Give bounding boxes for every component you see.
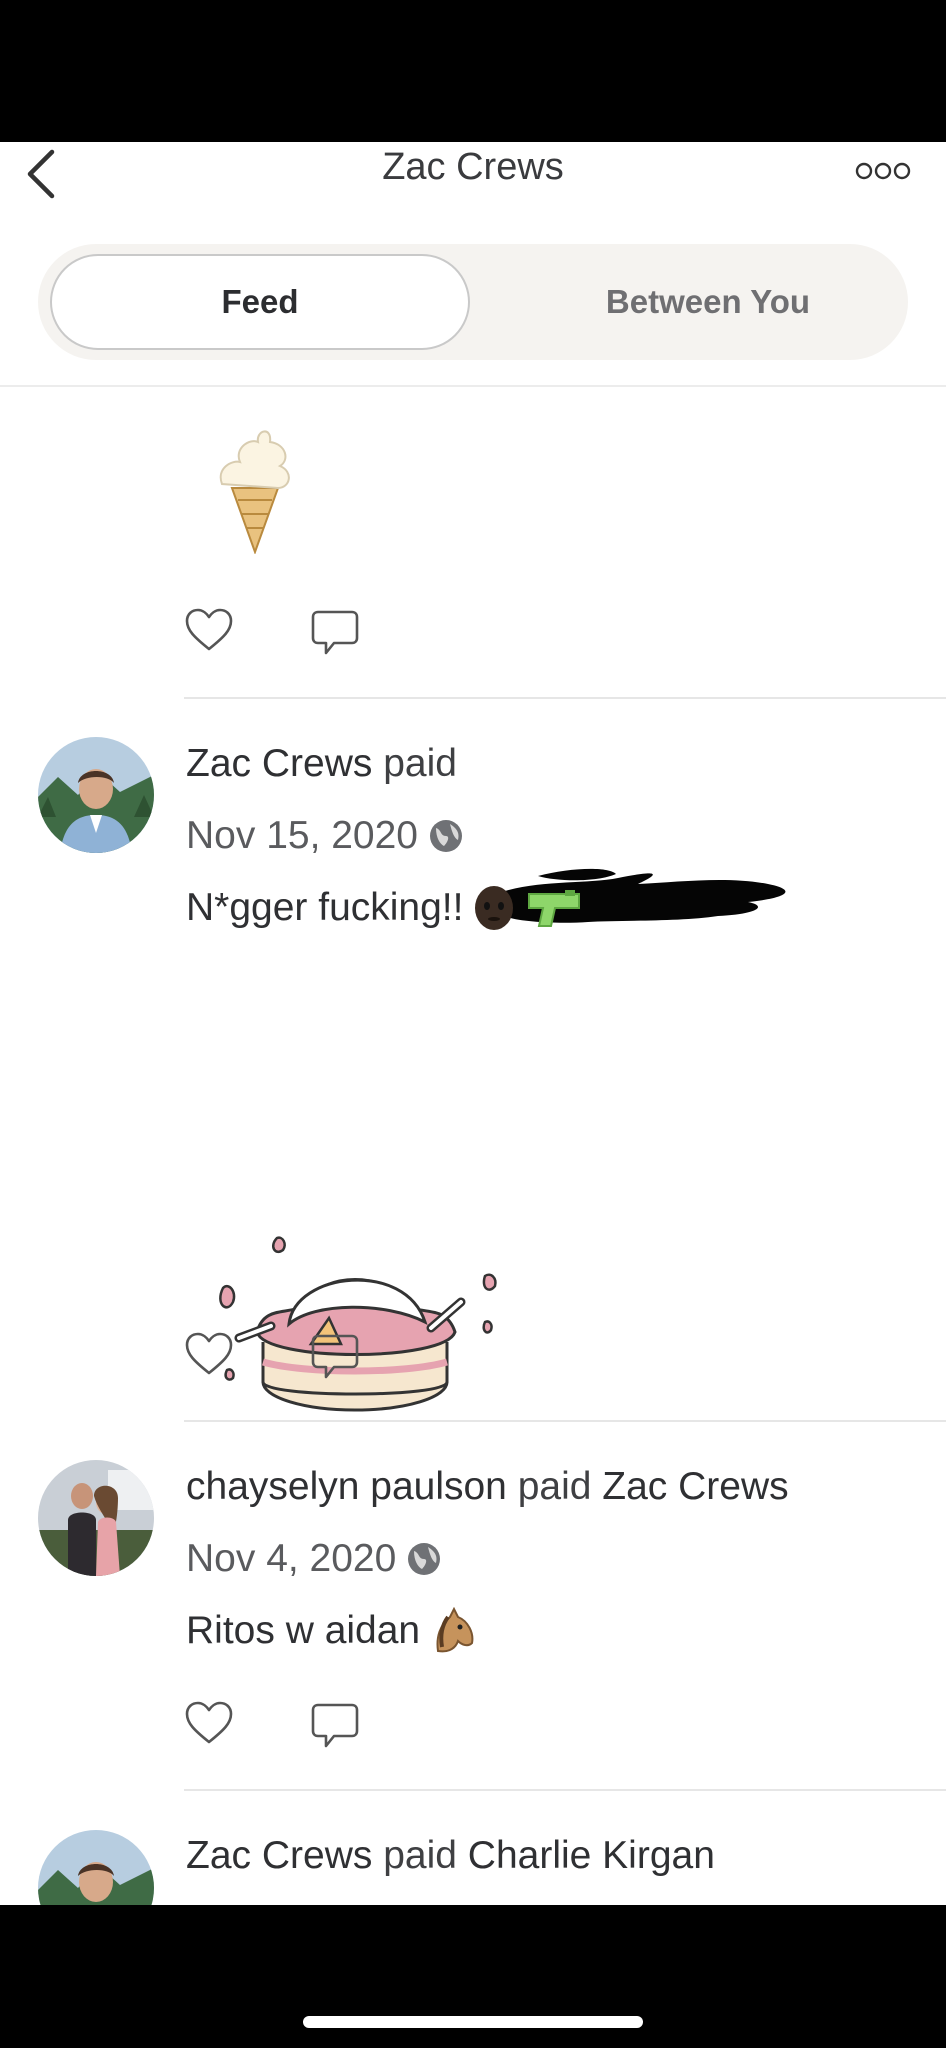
comment-button[interactable] xyxy=(310,1332,360,1382)
payee-name[interactable]: Zac Crews xyxy=(602,1465,788,1508)
ice-cream-cone-sticker xyxy=(219,430,290,554)
payer-name[interactable]: chayselyn paulson xyxy=(186,1465,507,1508)
home-indicator[interactable] xyxy=(303,2016,643,2028)
comment-icon xyxy=(311,1334,359,1379)
story-headline: Zac Crews paid Charlie Kirgan xyxy=(186,1834,715,1878)
globe-icon xyxy=(430,820,463,852)
story-headline: Zac Crews paid xyxy=(186,742,457,786)
status-bar-area xyxy=(0,0,946,142)
avatar[interactable] xyxy=(38,1830,154,1905)
header-divider xyxy=(0,385,946,387)
paid-label: paid xyxy=(383,1834,457,1877)
avatar[interactable] xyxy=(38,737,154,853)
paid-label: paid xyxy=(517,1465,592,1508)
note-text: Ritos w aidan xyxy=(186,1609,421,1652)
like-button[interactable] xyxy=(184,1699,234,1749)
story-date: Nov 4, 2020 xyxy=(186,1537,442,1581)
globe-icon xyxy=(408,1543,441,1575)
date-text: Nov 4, 2020 xyxy=(186,1537,397,1580)
feed-divider xyxy=(184,1420,946,1422)
payer-name[interactable]: Zac Crews xyxy=(186,742,372,785)
comment-button[interactable] xyxy=(310,608,360,658)
more-options-button[interactable] xyxy=(854,156,912,186)
story-note: N*gger fucking!! xyxy=(186,884,583,932)
comment-button[interactable] xyxy=(310,1701,360,1751)
avatar-photo xyxy=(38,737,154,853)
heart-icon xyxy=(185,1701,233,1744)
story-note: Ritos w aidan xyxy=(186,1607,478,1655)
like-button[interactable] xyxy=(184,606,234,656)
tab-feed[interactable]: Feed xyxy=(50,254,470,350)
water-pistol-emoji xyxy=(528,890,581,927)
comment-icon xyxy=(311,610,359,655)
comment-icon xyxy=(311,1703,359,1748)
feed-divider xyxy=(184,697,946,699)
avatar-photo xyxy=(38,1460,154,1576)
more-horizontal-icon xyxy=(855,162,911,180)
feed-divider xyxy=(184,1789,946,1791)
feed-segmented-control: Feed Between You xyxy=(38,244,908,360)
paid-label: paid xyxy=(383,742,457,785)
dark-skin-head-emoji xyxy=(475,886,514,930)
payer-name[interactable]: Zac Crews xyxy=(186,1834,372,1877)
story-date: Nov 15, 2020 xyxy=(186,814,464,858)
tab-between-you[interactable]: Between You xyxy=(508,254,908,350)
heart-icon xyxy=(185,608,233,651)
avatar[interactable] xyxy=(38,1460,154,1576)
heart-icon xyxy=(185,1332,233,1375)
story-headline: chayselyn paulson paid Zac Crews xyxy=(186,1465,789,1509)
date-text: Nov 15, 2020 xyxy=(186,814,419,857)
note-text: N*gger fucking!! xyxy=(186,886,464,929)
like-button[interactable] xyxy=(184,1330,234,1380)
horse-face-emoji xyxy=(436,1607,474,1653)
payee-name[interactable]: Charlie Kirgan xyxy=(468,1834,715,1877)
profile-screen: Zac Crews Feed Between You Zac Crews pai… xyxy=(0,142,946,1905)
avatar-photo xyxy=(38,1830,154,1905)
page-title: Zac Crews xyxy=(382,146,564,188)
